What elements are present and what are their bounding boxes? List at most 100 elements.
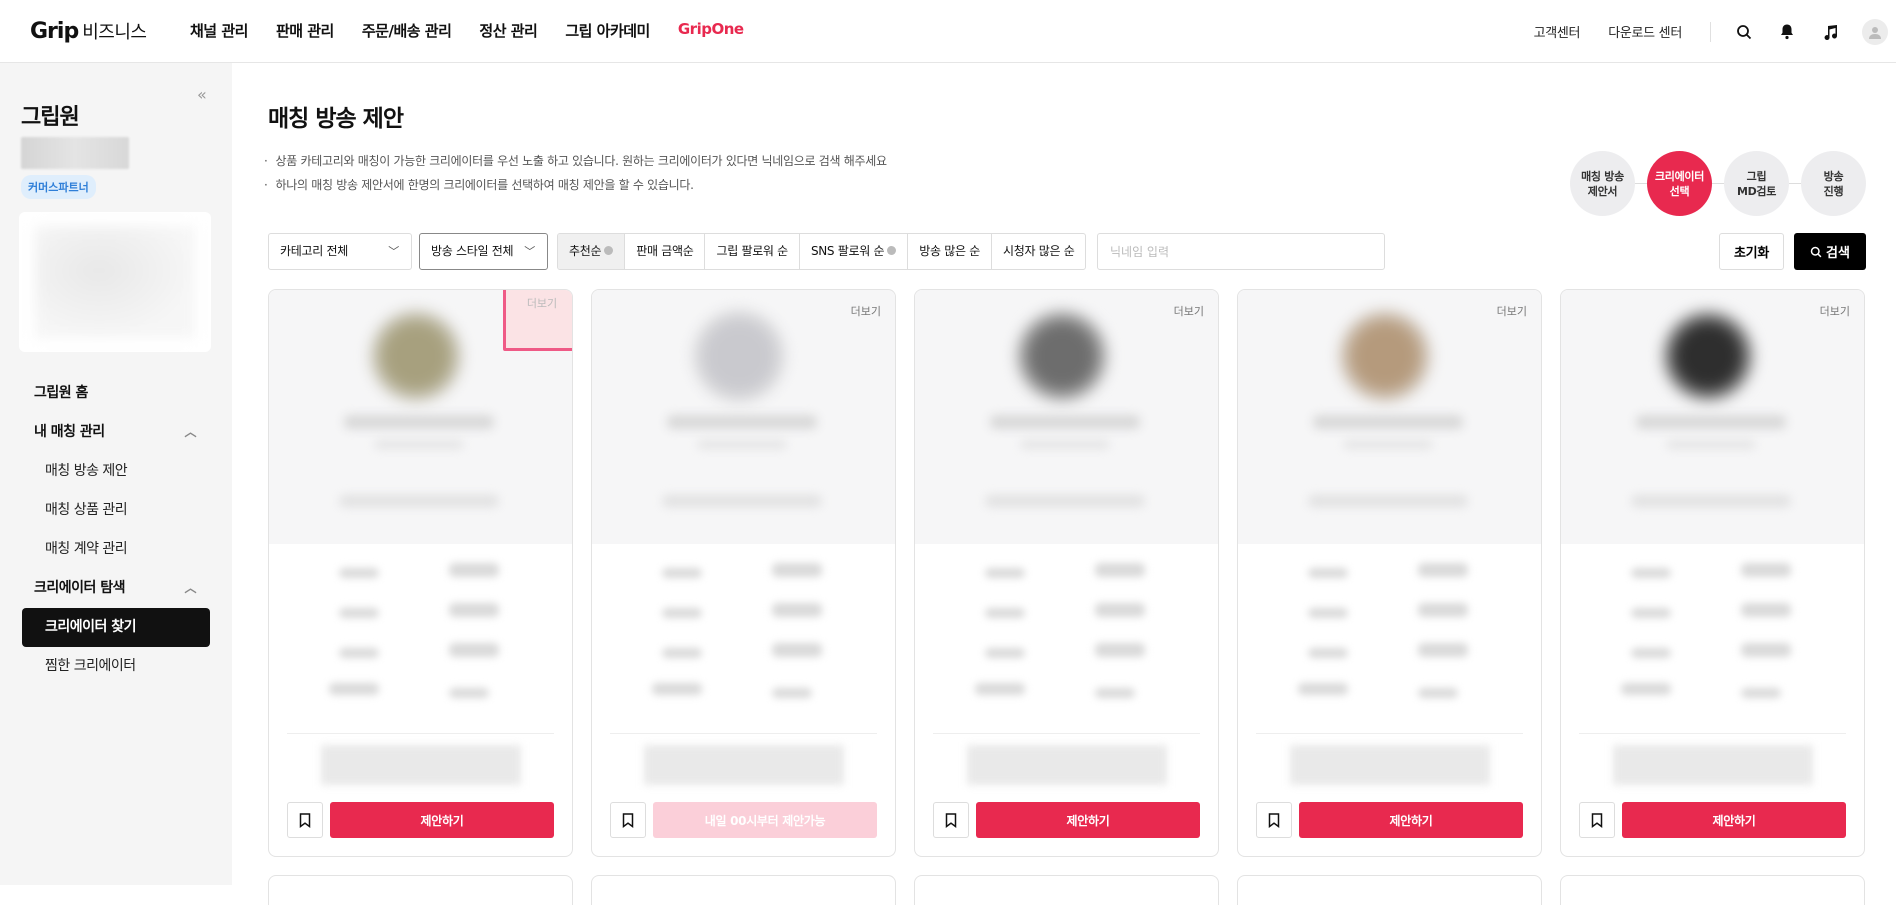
chevron-up-icon: ︿ bbox=[184, 581, 196, 595]
bookmark-button[interactable] bbox=[1579, 802, 1615, 838]
blurred-creator-tags bbox=[1308, 495, 1468, 507]
partner-badge: 커머스파트너 bbox=[21, 175, 96, 199]
blurred-creator-name bbox=[1636, 415, 1786, 429]
nav-orders[interactable]: 주문/배송 관리 bbox=[362, 20, 452, 41]
style-select-value: 방송 스타일 전체 bbox=[431, 244, 514, 258]
sidebar-group-label: 내 매칭 관리 bbox=[34, 424, 105, 440]
user-avatar[interactable] bbox=[1862, 18, 1888, 45]
nav-academy[interactable]: 그립 아카데미 bbox=[565, 20, 650, 41]
reset-button[interactable]: 초기화 bbox=[1719, 233, 1784, 270]
sidebar-item-matching-proposal[interactable]: 매칭 방송 제안 bbox=[0, 452, 232, 491]
propose-button[interactable]: 제안하기 bbox=[1299, 802, 1523, 838]
utility-nav: 고객센터 다운로드 센터 bbox=[1534, 0, 1896, 63]
main-content: 매칭 방송 제안 상품 카테고리와 매칭이 가능한 크리에이터를 우선 노출 하… bbox=[232, 63, 1896, 905]
sort-most-viewers[interactable]: 시청자 많은 순 bbox=[992, 234, 1085, 269]
card-divider bbox=[1256, 733, 1523, 734]
collapse-sidebar-icon[interactable]: « bbox=[197, 85, 207, 104]
blurred-creator-stats bbox=[632, 558, 857, 738]
category-select[interactable]: 카테고리 전체 ﹀ bbox=[268, 233, 412, 270]
step-md-review: 그립 MD검토 bbox=[1724, 151, 1789, 216]
bookmark-button[interactable] bbox=[287, 802, 323, 838]
chevron-down-icon: ﹀ bbox=[524, 245, 535, 258]
blurred-creator-subtitle bbox=[1020, 440, 1110, 449]
blurred-creator-subtitle bbox=[1666, 440, 1756, 449]
step-proposal: 매칭 방송 제안서 bbox=[1570, 151, 1635, 216]
notice-item: 하나의 매칭 방송 제안서에 한명의 크리에이터를 선택하여 매칭 제안을 할 … bbox=[264, 173, 887, 197]
style-select[interactable]: 방송 스타일 전체 ﹀ bbox=[419, 233, 548, 270]
bookmark-icon bbox=[945, 812, 957, 828]
sort-recommended[interactable]: 추천순 bbox=[558, 234, 626, 269]
creator-card: 더보기제안하기 bbox=[1560, 289, 1865, 857]
blurred-creator-subtitle bbox=[697, 440, 787, 449]
progress-steps: 매칭 방송 제안서 크리에이터 선택 그립 MD검토 방송 진행 bbox=[1570, 151, 1866, 216]
propose-button[interactable]: 제안하기 bbox=[1622, 802, 1846, 838]
creator-card: 더보기내일 00시부터 제안가능 bbox=[591, 289, 896, 857]
sort-grip-followers[interactable]: 그립 팔로워 순 bbox=[705, 234, 800, 269]
main-nav: 채널 관리 판매 관리 주문/배송 관리 정산 관리 그립 아카데미 GripO… bbox=[190, 20, 744, 41]
more-link[interactable]: 더보기 bbox=[851, 303, 881, 319]
more-link[interactable]: 더보기 bbox=[503, 290, 572, 351]
bookmark-icon bbox=[299, 812, 311, 828]
sort-most-broadcasts[interactable]: 방송 많은 순 bbox=[908, 234, 992, 269]
blurred-card-footer bbox=[321, 745, 521, 785]
bookmark-icon bbox=[1591, 812, 1603, 828]
blurred-creator-name bbox=[990, 415, 1140, 429]
customer-center-link[interactable]: 고객센터 bbox=[1534, 22, 1581, 41]
more-link[interactable]: 더보기 bbox=[1497, 303, 1527, 319]
blurred-card-footer bbox=[1613, 745, 1813, 785]
step-connector bbox=[1712, 183, 1724, 184]
blurred-creator-stats bbox=[955, 558, 1180, 738]
nav-sales[interactable]: 판매 관리 bbox=[276, 20, 334, 41]
nav-settlement[interactable]: 정산 관리 bbox=[479, 20, 537, 41]
creator-card: 더보기제안하기 bbox=[1237, 289, 1542, 857]
filter-bar: 카테고리 전체 ﹀ 방송 스타일 전체 ﹀ 추천순 판매 금액순 그립 팔로워 … bbox=[268, 233, 1866, 271]
info-icon[interactable] bbox=[604, 246, 614, 255]
more-link[interactable]: 더보기 bbox=[1820, 303, 1850, 319]
search-icon[interactable] bbox=[1733, 21, 1755, 43]
bookmark-icon bbox=[622, 812, 634, 828]
creator-photo[interactable] bbox=[370, 310, 462, 402]
search-icon bbox=[1810, 246, 1822, 257]
nav-gripone[interactable]: GripOne bbox=[678, 20, 744, 41]
blurred-creator-tags bbox=[662, 495, 822, 507]
bell-icon[interactable] bbox=[1776, 21, 1798, 43]
propose-button[interactable]: 제안하기 bbox=[976, 802, 1200, 838]
propose-button[interactable]: 내일 00시부터 제안가능 bbox=[653, 802, 877, 838]
step-connector bbox=[1635, 183, 1647, 184]
creator-photo[interactable] bbox=[693, 310, 785, 402]
sidebar-item-matching-contracts[interactable]: 매칭 계약 관리 bbox=[0, 530, 232, 569]
logo-text: 비즈니스 bbox=[82, 22, 147, 43]
info-icon[interactable] bbox=[887, 246, 897, 255]
bookmark-button[interactable] bbox=[610, 802, 646, 838]
sidebar-group-matching[interactable]: 내 매칭 관리 ︿ bbox=[0, 413, 232, 452]
logo-mark: Grip bbox=[30, 19, 79, 44]
bookmark-button[interactable] bbox=[933, 802, 969, 838]
logo[interactable]: Grip 비즈니스 bbox=[30, 18, 147, 44]
download-center-link[interactable]: 다운로드 센터 bbox=[1608, 22, 1682, 41]
blurred-creator-subtitle bbox=[1343, 440, 1433, 449]
blurred-profile-content bbox=[35, 226, 195, 338]
notice-item: 상품 카테고리와 매칭이 가능한 크리에이터를 우선 노출 하고 있습니다. 원… bbox=[264, 149, 888, 173]
sort-sns-followers[interactable]: SNS 팔로워 순 bbox=[800, 234, 909, 269]
music-note-icon[interactable] bbox=[1819, 21, 1841, 43]
search-button[interactable]: 검색 bbox=[1794, 233, 1866, 270]
blurred-creator-subtitle bbox=[374, 440, 464, 449]
creator-card bbox=[914, 875, 1219, 905]
more-link[interactable]: 더보기 bbox=[1174, 303, 1204, 319]
sort-sales-amount[interactable]: 판매 금액순 bbox=[625, 234, 706, 269]
sidebar-item-home[interactable]: 그립원 홈 bbox=[0, 374, 232, 413]
creator-photo[interactable] bbox=[1339, 310, 1431, 402]
sidebar-item-matching-products[interactable]: 매칭 상품 관리 bbox=[0, 491, 232, 530]
bookmark-button[interactable] bbox=[1256, 802, 1292, 838]
sidebar-group-creator[interactable]: 크리에이터 탐색 ︿ bbox=[0, 569, 232, 608]
sort-options: 추천순 판매 금액순 그립 팔로워 순 SNS 팔로워 순 방송 많은 순 시청… bbox=[557, 233, 1087, 270]
nickname-search-input[interactable] bbox=[1097, 233, 1385, 270]
sidebar-item-find-creator[interactable]: 크리에이터 찾기 bbox=[22, 608, 210, 647]
propose-button[interactable]: 제안하기 bbox=[330, 802, 554, 838]
sidebar-item-liked-creators[interactable]: 찜한 크리에이터 bbox=[0, 647, 232, 686]
creator-photo[interactable] bbox=[1016, 310, 1108, 402]
category-select-value: 카테고리 전체 bbox=[280, 244, 348, 258]
nav-channel[interactable]: 채널 관리 bbox=[190, 20, 248, 41]
blurred-creator-stats bbox=[1278, 558, 1503, 738]
creator-photo[interactable] bbox=[1662, 310, 1754, 402]
